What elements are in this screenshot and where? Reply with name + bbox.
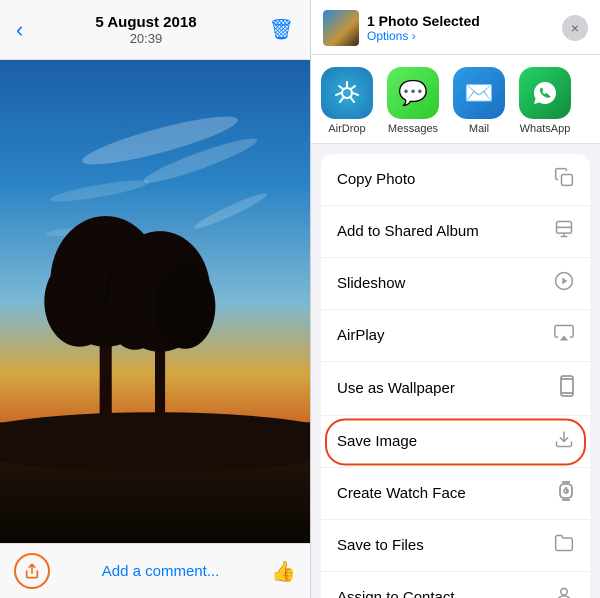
photo-view xyxy=(0,60,310,543)
create-watch-face-action[interactable]: Create Watch Face xyxy=(321,468,590,520)
selected-count-label: 1 Photo Selected xyxy=(367,13,480,29)
slideshow-icon xyxy=(554,271,574,296)
sheet-title: 1 Photo Selected Options › xyxy=(367,13,480,43)
add-to-shared-album-label: Add to Shared Album xyxy=(337,223,479,240)
back-button[interactable]: ‹ xyxy=(16,17,23,43)
sheet-header-left: 1 Photo Selected Options › xyxy=(323,10,480,46)
airdrop-share-button[interactable]: AirDrop xyxy=(319,67,375,135)
assign-to-contact-label: Assign to Contact xyxy=(337,589,455,598)
airplay-label: AirPlay xyxy=(337,327,385,344)
left-panel: ‹ 5 August 2018 20:39 🗑 xyxy=(0,0,310,598)
airdrop-icon xyxy=(321,67,373,119)
messages-label: Messages xyxy=(388,123,438,135)
slideshow-action[interactable]: Slideshow xyxy=(321,258,590,310)
slideshow-label: Slideshow xyxy=(337,275,405,292)
airplay-action[interactable]: AirPlay xyxy=(321,310,590,362)
app-icons-row: AirDrop 💬 Messages ✉️ Mail WhatsApp xyxy=(311,55,600,144)
whatsapp-label: WhatsApp xyxy=(520,123,571,135)
photo-time: 20:39 xyxy=(130,31,163,46)
top-bar: ‹ 5 August 2018 20:39 🗑 xyxy=(0,0,310,60)
copy-photo-icon xyxy=(554,167,574,192)
contact-icon xyxy=(554,585,574,598)
messages-icon: 💬 xyxy=(387,67,439,119)
files-icon xyxy=(554,533,574,558)
action-section-1: Copy Photo Add to Shared Album xyxy=(321,154,590,598)
sheet-header: 1 Photo Selected Options › × xyxy=(311,0,600,55)
mail-icon: ✉️ xyxy=(453,67,505,119)
assign-to-contact-action[interactable]: Assign to Contact xyxy=(321,572,590,598)
copy-photo-label: Copy Photo xyxy=(337,171,415,188)
wallpaper-icon xyxy=(560,375,574,402)
photo-date: 5 August 2018 xyxy=(95,14,196,31)
close-sheet-button[interactable]: × xyxy=(562,15,588,41)
whatsapp-icon xyxy=(519,67,571,119)
whatsapp-share-button[interactable]: WhatsApp xyxy=(517,67,573,135)
options-link[interactable]: Options › xyxy=(367,29,480,43)
save-to-files-label: Save to Files xyxy=(337,537,424,554)
messages-share-button[interactable]: 💬 Messages xyxy=(385,67,441,135)
airdrop-label: AirDrop xyxy=(328,123,365,135)
save-image-icon xyxy=(554,429,574,454)
share-button[interactable] xyxy=(14,553,50,589)
use-as-wallpaper-action[interactable]: Use as Wallpaper xyxy=(321,362,590,416)
add-shared-album-icon xyxy=(554,219,574,244)
create-watch-face-label: Create Watch Face xyxy=(337,485,466,502)
copy-photo-action[interactable]: Copy Photo xyxy=(321,154,590,206)
share-sheet: 1 Photo Selected Options › × AirDro xyxy=(310,0,600,598)
mail-label: Mail xyxy=(469,123,489,135)
airplay-icon xyxy=(554,323,574,348)
add-to-shared-album-action[interactable]: Add to Shared Album xyxy=(321,206,590,258)
comment-input[interactable]: Add a comment... xyxy=(60,563,261,580)
watch-face-icon xyxy=(558,481,574,506)
save-to-files-action[interactable]: Save to Files xyxy=(321,520,590,572)
use-as-wallpaper-label: Use as Wallpaper xyxy=(337,380,455,397)
save-image-label: Save Image xyxy=(337,433,417,450)
delete-button[interactable]: 🗑 xyxy=(269,17,294,42)
like-button[interactable]: 👍 xyxy=(271,559,296,584)
save-image-action[interactable]: Save Image xyxy=(321,416,590,468)
action-list: Copy Photo Add to Shared Album xyxy=(311,144,600,598)
selected-photo-thumb xyxy=(323,10,359,46)
top-bar-center: 5 August 2018 20:39 xyxy=(95,14,196,46)
mail-share-button[interactable]: ✉️ Mail xyxy=(451,67,507,135)
bottom-bar: Add a comment... 👍 xyxy=(0,543,310,598)
